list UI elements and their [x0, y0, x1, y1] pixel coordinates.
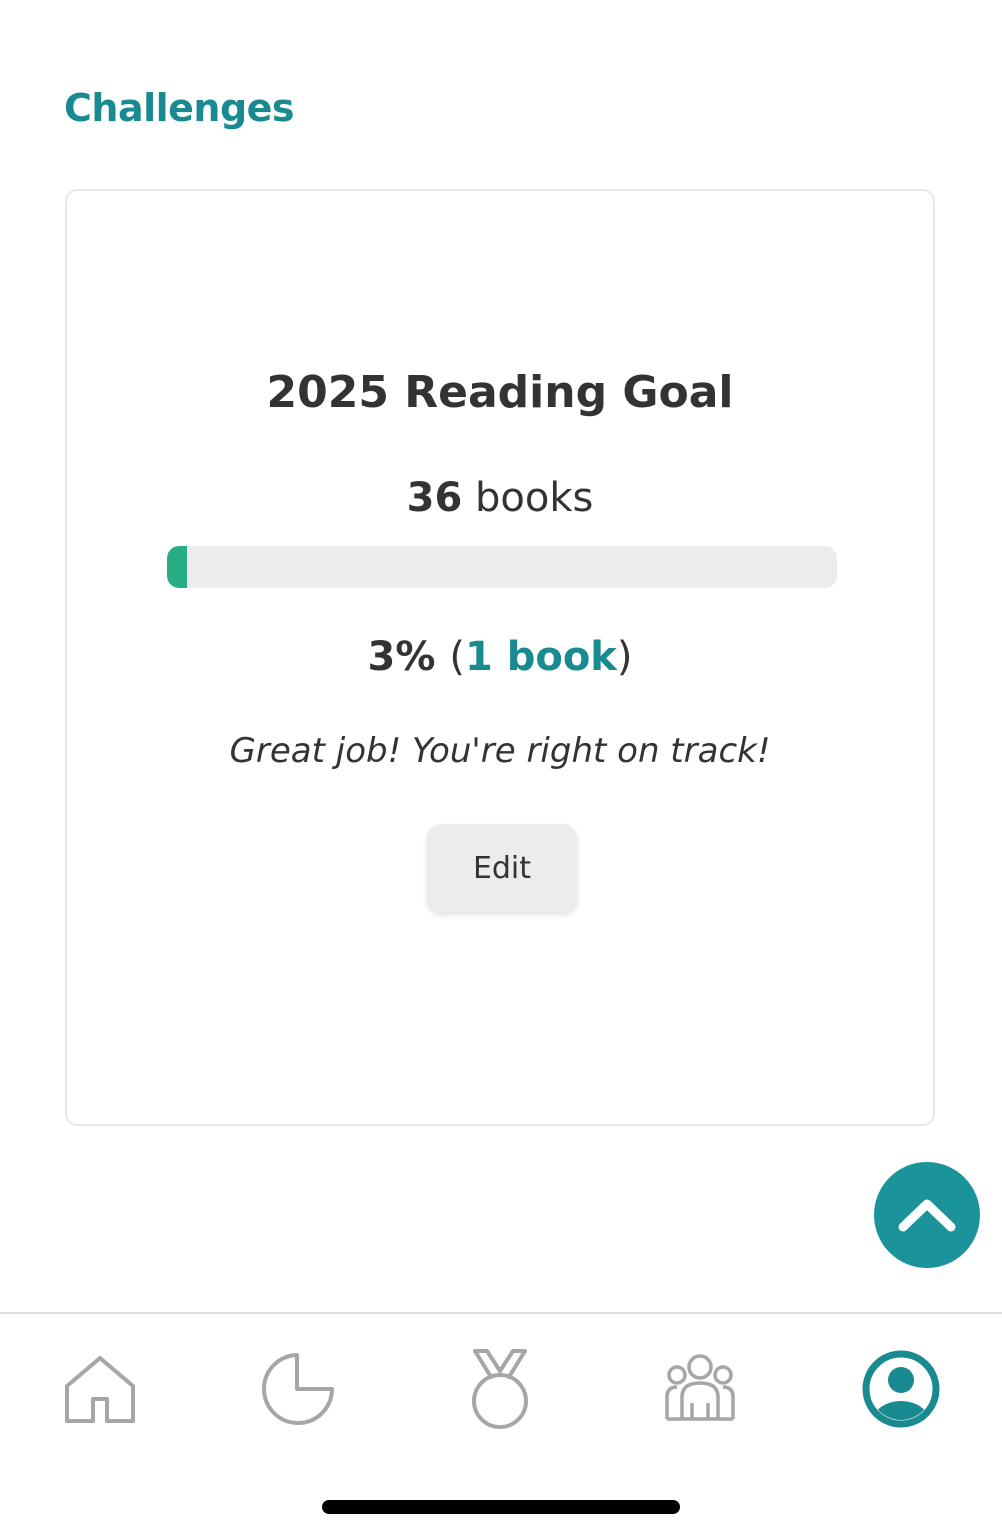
medal-icon [467, 1347, 533, 1431]
goal-progress-fill [167, 546, 188, 588]
paren-open: ( [449, 634, 465, 680]
scroll-to-top-button[interactable] [874, 1162, 980, 1268]
tab-challenges[interactable] [455, 1344, 545, 1434]
goal-encouragement-message: Great job! You're right on track! [229, 731, 771, 771]
tab-profile[interactable] [856, 1344, 946, 1434]
paren-close: ) [616, 634, 633, 680]
profile-icon [861, 1349, 941, 1429]
tab-stats[interactable] [254, 1344, 344, 1434]
tab-community[interactable] [655, 1344, 745, 1434]
home-indicator [322, 1500, 680, 1514]
chevron-up-icon [897, 1195, 957, 1235]
home-icon [62, 1351, 138, 1427]
goal-target-unit: books [475, 475, 594, 521]
goal-title: 2025 Reading Goal [266, 367, 734, 418]
pie-chart-icon [259, 1349, 339, 1429]
reading-goal-card: 2025 Reading Goal 36 books 3% (1 book) G… [65, 189, 935, 1126]
goal-percent: 3% [367, 634, 436, 680]
tab-home[interactable] [55, 1344, 145, 1434]
group-icon [664, 1353, 736, 1425]
goal-target-count: 36 [406, 475, 463, 521]
goal-progress-bar [167, 546, 837, 588]
section-title: Challenges [64, 86, 295, 130]
goal-progress-summary: 3% (1 book) [67, 634, 933, 680]
goal-target: 36 books [67, 475, 933, 521]
books-read-link[interactable]: 1 book [465, 634, 617, 680]
edit-goal-button[interactable]: Edit [427, 824, 577, 912]
